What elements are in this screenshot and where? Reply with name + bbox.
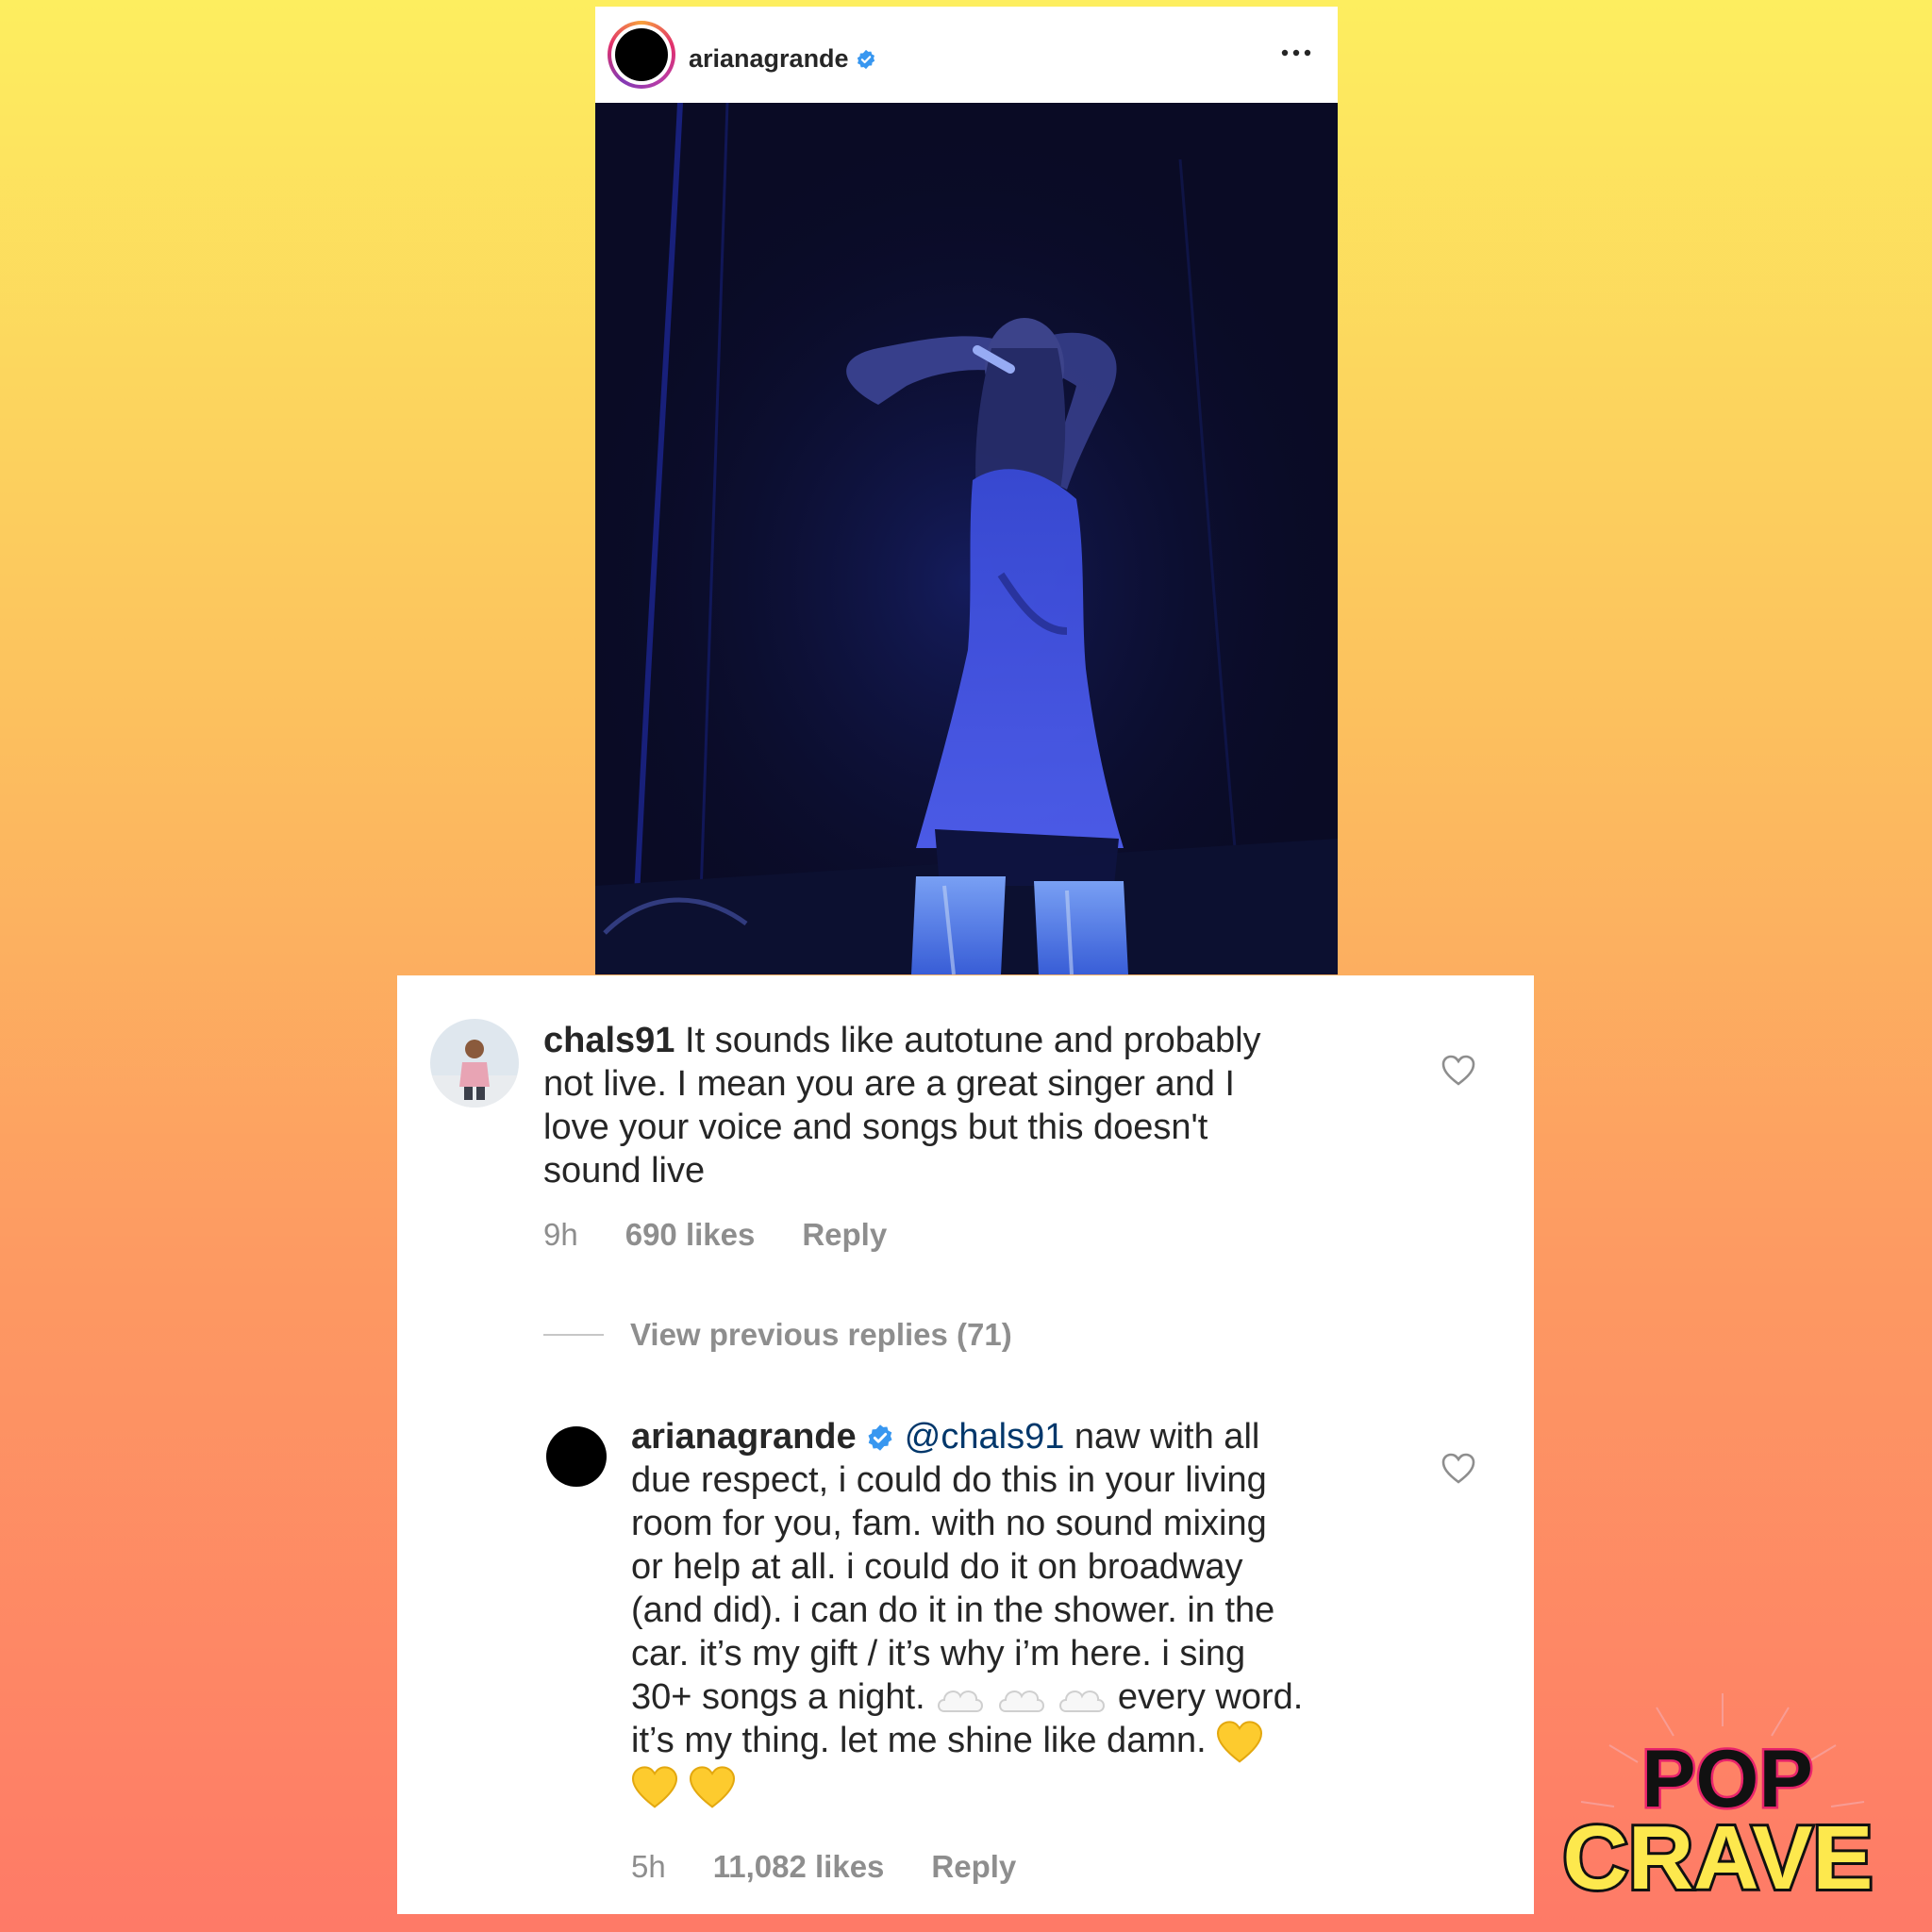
comment-time: 9h (543, 1217, 578, 1252)
logo-crave-text: CRAVE (1563, 1807, 1874, 1908)
divider-line (543, 1334, 604, 1336)
yellow-heart-emoji-icon (689, 1766, 735, 1808)
comment-line: naw with all (1074, 1417, 1260, 1457)
like-heart-icon[interactable] (1441, 1055, 1475, 1087)
instagram-post: arianagrande (595, 7, 1338, 974)
comment-line: due respect, i could do this in your liv… (631, 1460, 1267, 1500)
comment-text: chals91 It sounds like autotune and prob… (543, 1019, 1411, 1192)
comment-line: not live. I mean you are a great singer … (543, 1064, 1235, 1104)
comment-time: 5h (631, 1849, 666, 1884)
pop-crave-logo: POP CRAVE (1562, 1693, 1875, 1911)
comments-panel: chals91 It sounds like autotune and prob… (397, 975, 1534, 1914)
view-previous-label[interactable]: View previous replies (71) (630, 1317, 1012, 1353)
post-header: arianagrande (595, 7, 1338, 103)
cloud-emoji-icon (1059, 1690, 1106, 1712)
comment-text: arianagrande @chals91 naw with all due r… (631, 1415, 1442, 1809)
cloud-emoji-icon (938, 1690, 984, 1712)
yellow-heart-emoji-icon (1217, 1721, 1263, 1763)
comment-line: 30+ songs a night. (631, 1677, 925, 1717)
post-username-link[interactable]: arianagrande (689, 44, 876, 74)
commenter-avatar[interactable] (546, 1426, 607, 1487)
comment-chals91: chals91 It sounds like autotune and prob… (397, 975, 1534, 1258)
like-heart-icon[interactable] (1441, 1453, 1475, 1485)
comment-username[interactable]: arianagrande (631, 1417, 857, 1457)
comment-likes[interactable]: 690 likes (625, 1217, 756, 1253)
comment-username[interactable]: chals91 (543, 1021, 675, 1060)
profile-avatar[interactable] (608, 21, 675, 89)
mention-link[interactable]: @chals91 (905, 1417, 1065, 1457)
comment-meta: 9h 690 likes Reply (543, 1217, 887, 1253)
reply-button[interactable]: Reply (802, 1217, 887, 1253)
comment-line: (and did). i can do it in the shower. in… (631, 1591, 1275, 1630)
verified-badge-icon (857, 49, 874, 69)
verified-badge-icon (868, 1424, 892, 1451)
commenter-avatar[interactable] (430, 1019, 519, 1108)
cloud-emoji-icon (998, 1690, 1044, 1712)
reply-button[interactable]: Reply (931, 1849, 1016, 1885)
comment-line: or help at all. i could do it on broadwa… (631, 1547, 1243, 1587)
comment-line: It sounds like autotune and probably (685, 1021, 1261, 1060)
yellow-heart-emoji-icon (631, 1766, 678, 1808)
comment-line: sound live (543, 1151, 706, 1191)
comment-line: room for you, fam. with no sound mixing (631, 1504, 1267, 1543)
comment-line: it’s my thing. let me shine like damn. (631, 1721, 1207, 1760)
comment-arianagrande: arianagrande @chals91 naw with all due r… (397, 1400, 1534, 1914)
comment-likes[interactable]: 11,082 likes (713, 1849, 885, 1885)
comment-meta: 5h 11,082 likes Reply (631, 1849, 1016, 1885)
post-video[interactable] (595, 103, 1338, 974)
comment-line: every word. (1117, 1677, 1304, 1717)
view-previous-replies[interactable]: View previous replies (71) (543, 1317, 1012, 1353)
more-options-icon[interactable] (1277, 39, 1315, 67)
comment-line: car. it’s my gift / it’s why i’m here. i… (631, 1634, 1246, 1674)
post-username[interactable]: arianagrande (689, 44, 849, 74)
comment-line: love your voice and songs but this doesn… (543, 1108, 1208, 1147)
